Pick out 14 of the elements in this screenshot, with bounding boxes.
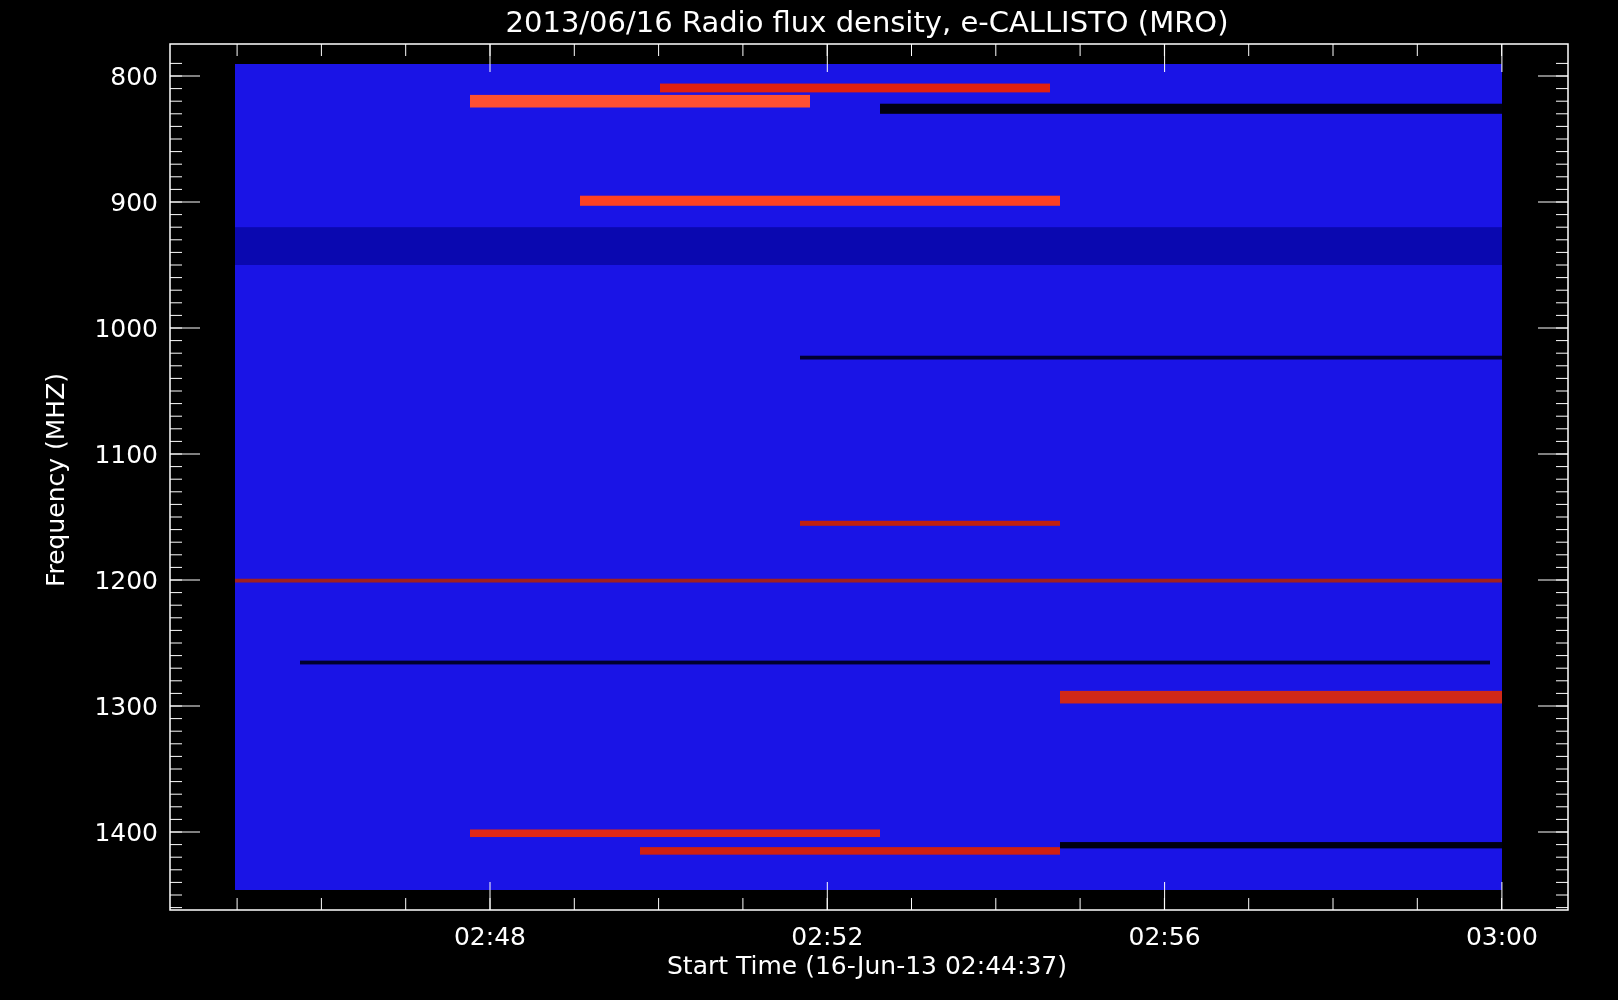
tick-label: 03:00	[1465, 922, 1538, 951]
tick-label: 900	[110, 188, 158, 217]
tick-label: 800	[110, 62, 158, 91]
tick-label: 1100	[94, 440, 158, 469]
axis-label: Start Time (16-Jun-13 02:44:37)	[667, 951, 1067, 980]
tick-label: 1400	[94, 818, 158, 847]
tick-label: 02:56	[1128, 922, 1201, 951]
tick-label: 02:52	[791, 922, 864, 951]
tick-label: 1300	[94, 692, 158, 721]
tick-label: 1000	[94, 314, 158, 343]
axis-label: Frequency (MHZ)	[41, 372, 70, 588]
tick-label: 1200	[94, 566, 158, 595]
tick-label: 02:48	[454, 922, 526, 951]
chart-title: 2013/06/16 Radio flux density, e-CALLISTO (MRO)	[505, 5, 1229, 39]
